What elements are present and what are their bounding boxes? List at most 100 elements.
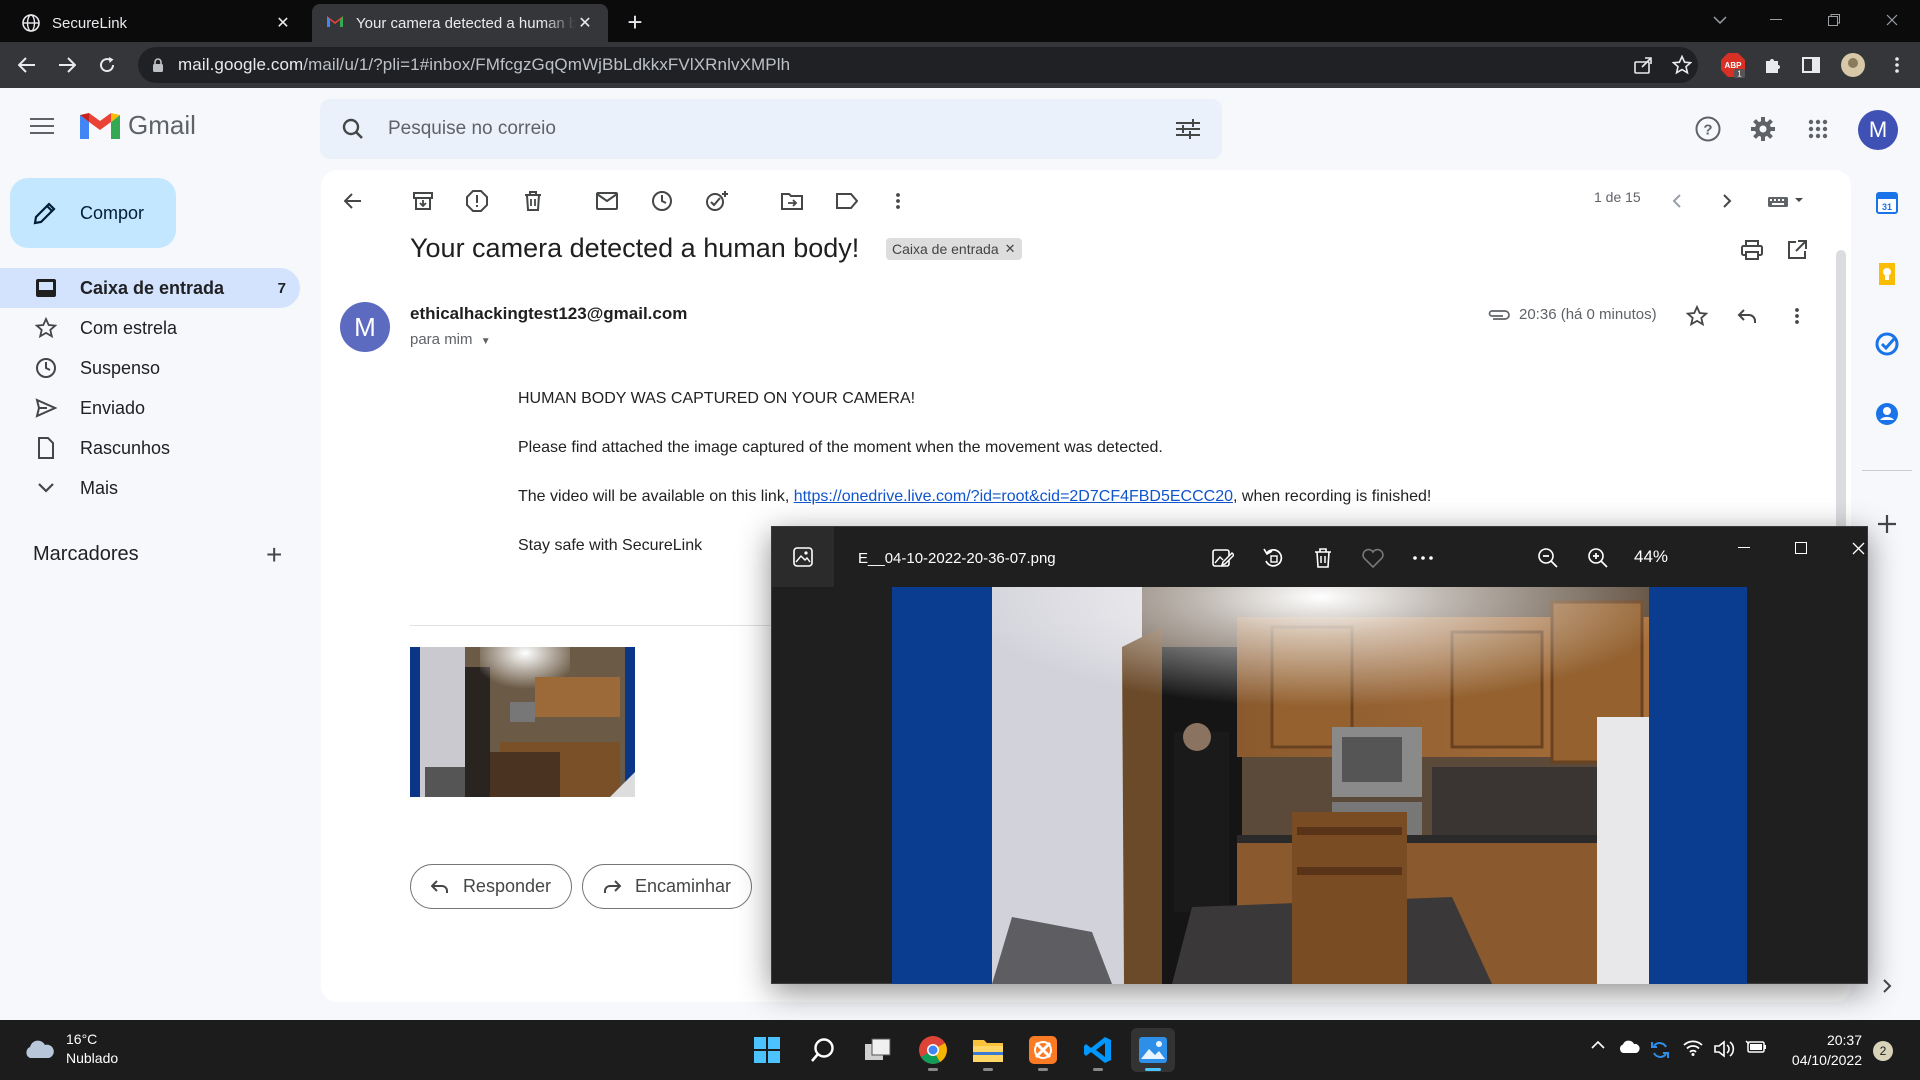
start-button[interactable] (745, 1028, 789, 1072)
delete-icon[interactable] (518, 186, 548, 216)
mark-unread-icon[interactable] (592, 186, 622, 216)
zoom-level[interactable]: 44% (1634, 547, 1668, 567)
onedrive-link[interactable]: https://onedrive.live.com/?id=root&cid=2… (794, 488, 1233, 505)
new-tab-button[interactable]: + (620, 8, 650, 38)
taskbar-photos[interactable] (1131, 1028, 1175, 1072)
message-more-icon[interactable] (1782, 301, 1812, 331)
minimize-icon[interactable] (1748, 0, 1804, 40)
rotate-icon[interactable] (1259, 544, 1287, 572)
taskbar-xampp[interactable] (1021, 1028, 1065, 1072)
reload-icon[interactable] (92, 50, 122, 80)
maximize-icon[interactable] (1781, 535, 1821, 561)
gmail-logo[interactable]: Gmail (80, 110, 196, 141)
snooze-icon[interactable] (647, 186, 677, 216)
minimize-icon[interactable] (1724, 535, 1764, 561)
weather-widget[interactable]: 16°C Nublado (22, 1030, 118, 1068)
remove-label-icon[interactable]: ✕ (1005, 241, 1016, 257)
tab-close-icon[interactable]: ✕ (576, 14, 594, 32)
system-clock[interactable]: 20:37 04/10/2022 (1780, 1030, 1862, 1070)
reply-icon[interactable] (1732, 301, 1762, 331)
sidebar-item-snoozed[interactable]: Suspenso (0, 348, 300, 388)
sidebar-item-drafts[interactable]: Rascunhos (0, 428, 300, 468)
forward-icon[interactable] (52, 50, 82, 80)
archive-icon[interactable] (408, 186, 438, 216)
search-options-icon[interactable] (1176, 119, 1200, 139)
more-options-icon[interactable] (1409, 544, 1437, 572)
bookmark-star-icon[interactable] (1667, 50, 1697, 80)
back-icon[interactable] (12, 50, 42, 80)
inbox-label-chip[interactable]: Caixa de entrada ✕ (886, 238, 1022, 260)
more-actions-icon[interactable] (883, 186, 913, 216)
volume-icon[interactable] (1713, 1040, 1735, 1058)
show-hidden-icons[interactable] (1590, 1040, 1606, 1050)
sidebar-item-starred[interactable]: Com estrela (0, 308, 300, 348)
adblock-extension-icon[interactable]: ABP 1 (1718, 50, 1748, 80)
share-icon[interactable] (1628, 50, 1658, 80)
compose-button[interactable]: Compor (10, 178, 176, 248)
main-menu-icon[interactable] (30, 117, 54, 135)
close-icon[interactable] (1838, 535, 1878, 561)
get-addons-icon[interactable] (1862, 514, 1912, 534)
sidebar-item-inbox[interactable]: Caixa de entrada 7 (0, 268, 300, 308)
task-view-button[interactable] (856, 1028, 900, 1072)
sync-icon[interactable] (1650, 1040, 1670, 1060)
taskbar-vscode[interactable] (1076, 1028, 1120, 1072)
calendar-icon[interactable]: 31 (1862, 190, 1912, 214)
recipient-details[interactable]: para mim ▼ (410, 331, 491, 348)
help-icon[interactable]: ? (1693, 114, 1723, 144)
tab-gmail[interactable]: Your camera detected a human body! ✕ (312, 4, 608, 42)
move-to-icon[interactable] (777, 186, 807, 216)
sender-avatar[interactable]: M (340, 302, 390, 352)
add-label-icon[interactable]: + (266, 541, 282, 569)
newer-icon[interactable] (1662, 186, 1692, 216)
tab-securelink[interactable]: SecureLink ✕ (8, 4, 306, 42)
edit-image-icon[interactable] (1209, 544, 1237, 572)
taskbar-file-explorer[interactable] (966, 1028, 1010, 1072)
apps-grid-icon[interactable] (1803, 114, 1833, 144)
settings-gear-icon[interactable] (1748, 114, 1778, 144)
older-icon[interactable] (1712, 186, 1742, 216)
tab-search-icon[interactable] (1692, 0, 1748, 40)
notification-badge[interactable]: 2 (1873, 1041, 1893, 1061)
side-panel-icon[interactable] (1796, 50, 1826, 80)
lock-icon[interactable] (152, 57, 164, 73)
battery-icon[interactable] (1745, 1040, 1767, 1054)
contacts-icon[interactable] (1862, 402, 1912, 426)
add-task-icon[interactable] (702, 186, 732, 216)
search-bar[interactable]: Pesquise no correio (320, 99, 1222, 159)
profile-avatar[interactable] (1838, 50, 1868, 80)
star-icon[interactable] (1682, 301, 1712, 331)
zoom-in-icon[interactable] (1584, 544, 1612, 572)
forward-button[interactable]: Encaminhar (582, 864, 752, 909)
print-icon[interactable] (1737, 235, 1767, 265)
restore-icon[interactable] (1806, 0, 1862, 40)
label-icon[interactable] (832, 186, 862, 216)
wifi-icon[interactable] (1683, 1040, 1703, 1056)
zoom-out-icon[interactable] (1534, 544, 1562, 572)
expand-side-panel-icon[interactable] (1862, 978, 1912, 994)
attachment-thumbnail[interactable] (410, 647, 635, 797)
chrome-menu-icon[interactable] (1882, 50, 1912, 80)
photos-viewer-window[interactable]: E__04-10-2022-20-36-07.png 44% (771, 526, 1868, 984)
keep-icon[interactable] (1862, 262, 1912, 286)
open-new-window-icon[interactable] (1782, 235, 1812, 265)
search-icon[interactable] (342, 118, 364, 140)
extensions-puzzle-icon[interactable] (1758, 50, 1788, 80)
account-avatar[interactable]: M (1858, 110, 1898, 150)
tab-close-icon[interactable]: ✕ (274, 14, 292, 32)
report-spam-icon[interactable] (462, 186, 492, 216)
address-bar[interactable]: mail.google.com/mail/u/1/?pli=1#inbox/FM… (138, 47, 1698, 83)
back-to-inbox-icon[interactable] (338, 186, 368, 216)
sidebar-item-more[interactable]: Mais (0, 468, 300, 508)
sidebar-item-sent[interactable]: Enviado (0, 388, 300, 428)
reply-button[interactable]: Responder (410, 864, 572, 909)
onedrive-icon[interactable] (1618, 1040, 1640, 1054)
input-tools-icon[interactable] (1762, 186, 1812, 216)
tasks-icon[interactable] (1862, 332, 1912, 356)
search-input[interactable]: Pesquise no correio (388, 118, 556, 140)
taskbar-chrome[interactable] (911, 1028, 955, 1072)
captured-camera-image[interactable] (892, 587, 1747, 984)
taskbar-search-button[interactable] (801, 1028, 845, 1072)
sender-email[interactable]: ethicalhackingtest123@gmail.com (410, 304, 687, 324)
delete-icon[interactable] (1309, 544, 1337, 572)
